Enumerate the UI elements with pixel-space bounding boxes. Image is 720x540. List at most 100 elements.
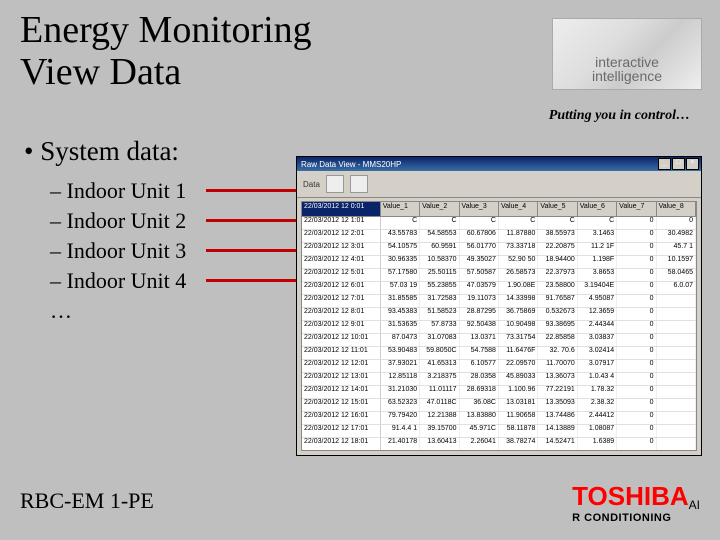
table-row[interactable]: 22/03/2012 12 18:0121.4017813.604132.260… xyxy=(302,438,696,451)
row-value: 31.21030 xyxy=(381,386,420,398)
row-value: 13.0371 xyxy=(460,334,499,346)
title-line-1: Energy Monitoring xyxy=(20,9,312,51)
row-value: 13.03181 xyxy=(499,399,538,411)
row-value: 39.15700 xyxy=(420,425,459,437)
row-timestamp: 22/03/2012 12 12:01 xyxy=(302,360,381,372)
row-value: 37.93021 xyxy=(381,360,420,372)
row-value xyxy=(657,373,696,385)
row-value xyxy=(657,347,696,359)
data-grid[interactable]: 22/03/2012 12 0:01Value_1Value_2Value_3V… xyxy=(301,201,697,451)
row-value: 10.1597 xyxy=(657,256,696,268)
row-value: 54.7588 xyxy=(460,347,499,359)
grid-column-header[interactable]: Value_2 xyxy=(420,202,459,216)
row-value: C xyxy=(538,217,577,229)
row-value: 13.36073 xyxy=(538,373,577,385)
table-row[interactable]: 22/03/2012 12 2:0143.5578354.5855360.678… xyxy=(302,230,696,243)
row-value: 0 xyxy=(617,334,656,346)
table-row[interactable]: 22/03/2012 12 7:0131.8558531.7258319.110… xyxy=(302,295,696,308)
row-value: 1.78.32 xyxy=(578,386,617,398)
row-value: 6.10577 xyxy=(460,360,499,372)
window-titlebar[interactable]: Raw Data View - MMS20HP _ □ × xyxy=(297,157,701,171)
row-value: 45.971C xyxy=(460,425,499,437)
row-value: 60.9591 xyxy=(420,243,459,255)
header-image-line-2: intelligence xyxy=(592,69,662,83)
table-row[interactable]: 22/03/2012 12 6:0157.03 1955.2385547.035… xyxy=(302,282,696,295)
row-value: 21.40178 xyxy=(381,438,420,450)
row-value: 10.90498 xyxy=(499,321,538,333)
row-value: 57.17580 xyxy=(381,269,420,281)
grid-column-header[interactable]: Value_5 xyxy=(538,202,577,216)
table-row[interactable]: 22/03/2012 12 10:0187.047331.0708313.037… xyxy=(302,334,696,347)
row-timestamp: 22/03/2012 12 4:01 xyxy=(302,256,381,268)
grid-column-header[interactable]: 22/03/2012 12 0:01 xyxy=(302,202,381,216)
table-row[interactable]: 22/03/2012 12 4:0130.9633510.5837049.350… xyxy=(302,256,696,269)
main-bullet: • System data: xyxy=(24,136,179,167)
sub-item-ellipsis: … xyxy=(50,296,186,326)
row-value: 92.50438 xyxy=(460,321,499,333)
row-value xyxy=(657,386,696,398)
row-timestamp: 22/03/2012 12 18:01 xyxy=(302,438,381,450)
table-row[interactable]: 22/03/2012 12 1:01CCCCCC00 xyxy=(302,217,696,230)
toolbar-label: Data xyxy=(303,180,320,189)
minimize-button[interactable]: _ xyxy=(658,158,671,170)
row-value: 0 xyxy=(617,412,656,424)
table-row[interactable]: 22/03/2012 12 12:0137.9302141.653136.105… xyxy=(302,360,696,373)
window-title: Raw Data View - MMS20HP xyxy=(301,160,401,169)
row-value: 57.8733 xyxy=(420,321,459,333)
table-row[interactable]: 22/03/2012 12 8:0193.4538351.5852328.872… xyxy=(302,308,696,321)
row-value: 22.37973 xyxy=(538,269,577,281)
row-value: 38.78274 xyxy=(499,438,538,450)
table-row[interactable]: 22/03/2012 12 16:0179.7942012.2138813.83… xyxy=(302,412,696,425)
sub-item-2: Indoor Unit 2 xyxy=(50,206,186,236)
table-row[interactable]: 22/03/2012 12 17:0191.4.4 139.1570045.97… xyxy=(302,425,696,438)
row-value: 1.6389 xyxy=(578,438,617,450)
table-row[interactable]: 22/03/2012 12 9:0131.5363557.873392.5043… xyxy=(302,321,696,334)
row-value: 0.532673 xyxy=(538,308,577,320)
row-value: 55.23855 xyxy=(420,282,459,294)
row-value: 11.90658 xyxy=(499,412,538,424)
row-value: C xyxy=(381,217,420,229)
table-row[interactable]: 22/03/2012 12 15:0163.5232347.0118C36.08… xyxy=(302,399,696,412)
maximize-button[interactable]: □ xyxy=(672,158,685,170)
brand-subtitle: R CONDITIONING xyxy=(572,512,700,524)
row-value: 87.0473 xyxy=(381,334,420,346)
row-timestamp: 22/03/2012 12 11:01 xyxy=(302,347,381,359)
row-value: 45.7 1 xyxy=(657,243,696,255)
row-value: 14.13889 xyxy=(538,425,577,437)
row-value: 19.11073 xyxy=(460,295,499,307)
chart-icon[interactable] xyxy=(350,175,368,193)
row-value: 43.55783 xyxy=(381,230,420,242)
grid-column-header[interactable]: Value_7 xyxy=(617,202,656,216)
row-value xyxy=(657,399,696,411)
grid-column-header[interactable]: Value_3 xyxy=(460,202,499,216)
row-value: 0 xyxy=(657,217,696,229)
row-value: 0 xyxy=(617,399,656,411)
grid-column-header[interactable]: Value_6 xyxy=(578,202,617,216)
grid-column-header[interactable]: Value_4 xyxy=(499,202,538,216)
row-timestamp: 22/03/2012 12 14:01 xyxy=(302,386,381,398)
row-value: 28.0358 xyxy=(460,373,499,385)
export-icon[interactable] xyxy=(326,175,344,193)
grid-column-header[interactable]: Value_8 xyxy=(657,202,696,216)
row-value: 47.03579 xyxy=(460,282,499,294)
table-row[interactable]: 22/03/2012 12 3:0154.1057560.959156.0177… xyxy=(302,243,696,256)
row-value xyxy=(657,321,696,333)
row-value: 93.45383 xyxy=(381,308,420,320)
row-value: 18.94400 xyxy=(538,256,577,268)
row-value: 0 xyxy=(617,269,656,281)
row-value: 91.76587 xyxy=(538,295,577,307)
table-row[interactable]: 22/03/2012 12 14:0131.2103011.0111728.69… xyxy=(302,386,696,399)
tagline: Putting you in control… xyxy=(549,108,690,124)
close-button[interactable]: × xyxy=(686,158,699,170)
row-value: 22.20875 xyxy=(538,243,577,255)
table-row[interactable]: 22/03/2012 12 11:0153.9048359.8050C54.75… xyxy=(302,347,696,360)
footer-model: RBC-EM 1-PE xyxy=(20,488,154,514)
grid-column-header[interactable]: Value_1 xyxy=(381,202,420,216)
row-timestamp: 22/03/2012 12 2:01 xyxy=(302,230,381,242)
row-timestamp: 22/03/2012 12 17:01 xyxy=(302,425,381,437)
table-row[interactable]: 22/03/2012 12 5:0157.1758025.5011557.505… xyxy=(302,269,696,282)
row-value: 54.10575 xyxy=(381,243,420,255)
header-logo-image: interactive intelligence xyxy=(552,18,702,90)
table-row[interactable]: 22/03/2012 12 13:0112.851183.21837528.03… xyxy=(302,373,696,386)
row-value: 28.87295 xyxy=(460,308,499,320)
